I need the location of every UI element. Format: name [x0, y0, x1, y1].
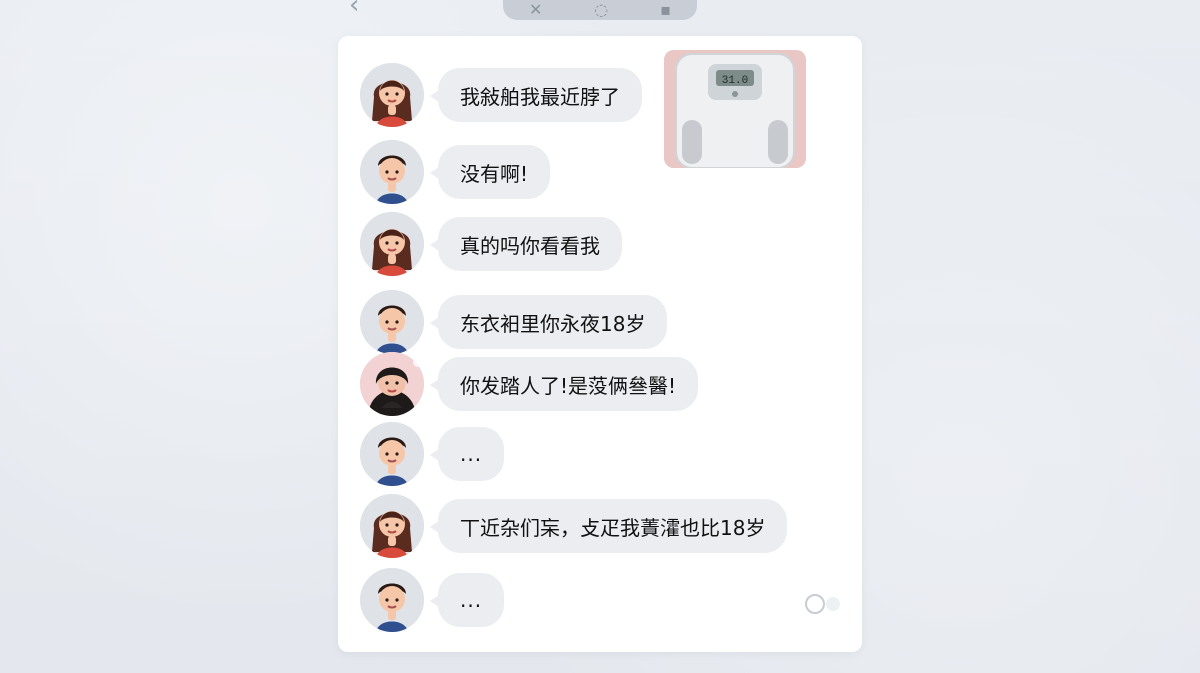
top-toolbar: ✕ ◌ ▪ — [503, 0, 697, 20]
avatar-male[interactable] — [360, 568, 424, 632]
scale-image-thumbnail[interactable]: 31.0 — [664, 50, 806, 168]
tag-icon[interactable]: ✕ — [529, 0, 542, 19]
message-bubble[interactable]: 我敍舶我最近脖了 — [430, 68, 642, 122]
message-bubble[interactable]: 真的吗你看看我 — [430, 217, 622, 271]
message-bubble[interactable]: 丅近杂们杗，攴疋我蔶瀖也比18岁 — [429, 499, 788, 553]
message-bubble[interactable]: 你发踏人了!是莈俩叄醫! — [429, 357, 699, 411]
message-text: 东衣衵里你永夜18岁 — [460, 311, 646, 336]
avatar-male[interactable] — [360, 290, 424, 354]
message-bubble[interactable]: 东衣衵里你永夜18岁 — [429, 295, 668, 349]
message-text: 真的吗你看看我 — [460, 233, 600, 258]
message-bubble[interactable]: ... — [429, 573, 505, 627]
read-receipt-icon — [805, 594, 843, 614]
avatar-photo[interactable] — [360, 352, 424, 416]
message-row: ... — [360, 422, 505, 486]
avatar-male[interactable] — [360, 140, 424, 204]
message-text: 我敍舶我最近脖了 — [460, 84, 620, 109]
avatar-female[interactable] — [360, 63, 424, 127]
heart-shield-icon[interactable]: ◌ — [594, 0, 608, 19]
trash-icon[interactable]: ▪ — [660, 0, 671, 19]
message-text: 没有啊! — [460, 161, 529, 186]
message-bubble[interactable]: 没有啊! — [429, 145, 551, 199]
message-row: 我敍舶我最近脖了 — [360, 63, 642, 127]
message-row: ... — [360, 568, 505, 632]
avatar-female[interactable] — [360, 212, 424, 276]
message-text: ... — [460, 588, 483, 612]
message-text: 你发踏人了!是莈俩叄醫! — [460, 373, 677, 398]
avatar-female[interactable] — [360, 494, 424, 558]
message-bubble[interactable]: ... — [429, 427, 505, 481]
message-text: 丅近杂们杗，攴疋我蔶瀖也比18岁 — [460, 515, 766, 540]
back-icon[interactable]: ‹ — [349, 0, 371, 18]
scale-reading: 31.0 — [722, 75, 748, 87]
message-row: 丅近杂们杗，攴疋我蔶瀖也比18岁 — [360, 494, 788, 558]
message-row: 东衣衵里你永夜18岁 — [360, 290, 668, 354]
avatar-male[interactable] — [360, 422, 424, 486]
message-row: 真的吗你看看我 — [360, 212, 622, 276]
message-row: 没有啊! — [360, 140, 551, 204]
message-row: 你发踏人了!是莈俩叄醫! — [360, 352, 699, 416]
message-text: ... — [460, 442, 483, 466]
